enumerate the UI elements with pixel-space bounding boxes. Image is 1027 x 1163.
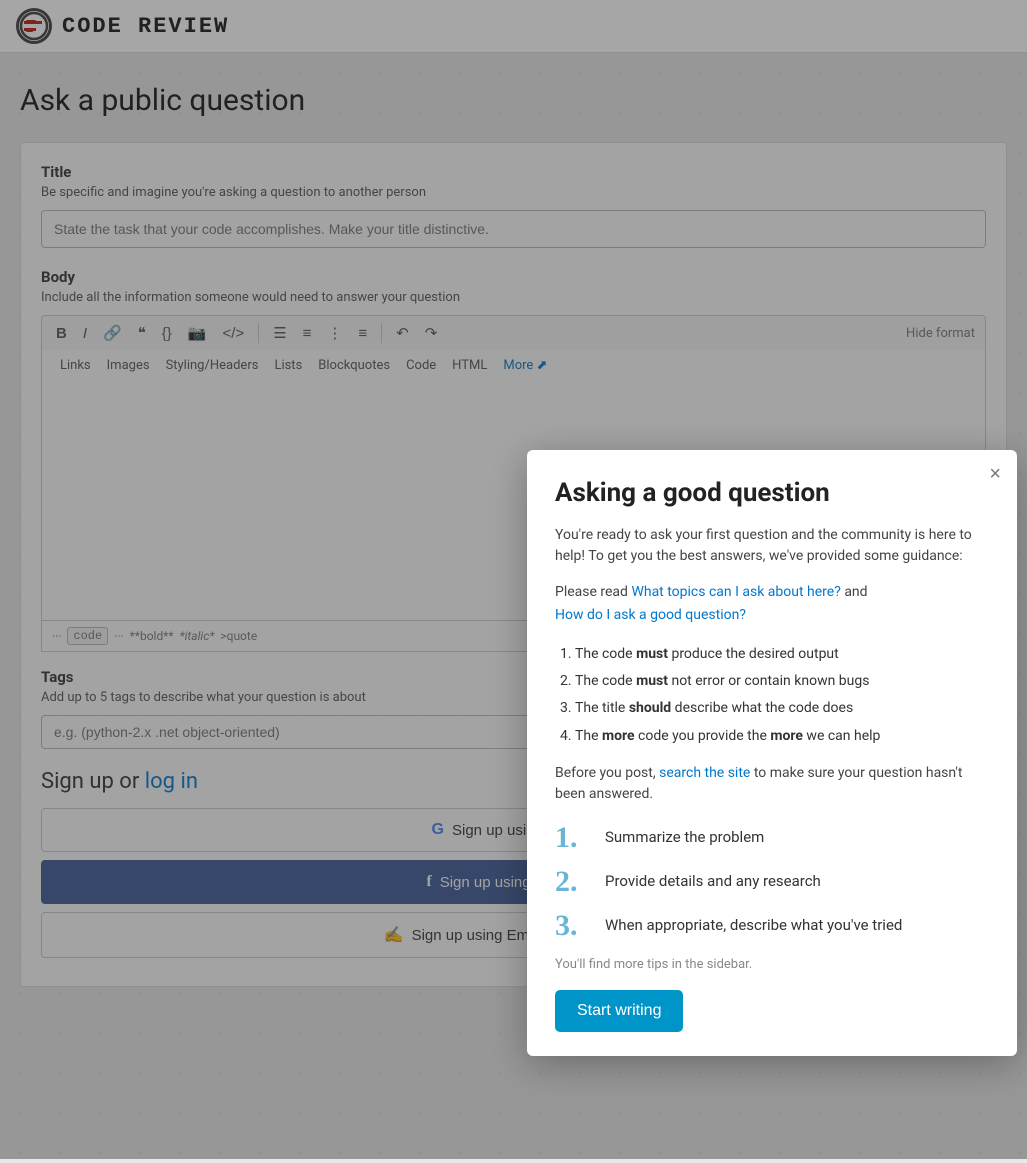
modal-steps: 1. Summarize the problem 2. Provide deta… (555, 823, 989, 941)
step-text-2: Provide details and any research (605, 867, 821, 892)
step-text-3: When appropriate, describe what you've t… (605, 911, 902, 936)
search-note-prefix: Before you post, (555, 765, 656, 781)
rule-1: The code must produce the desired output (575, 642, 989, 667)
step-num-3: 3. (555, 911, 591, 941)
modal-overlay: × Asking a good question You're ready to… (0, 0, 1027, 1159)
modal-close-button[interactable]: × (989, 464, 1001, 484)
modal-title: Asking a good question (555, 478, 989, 509)
modal-tip: You'll find more tips in the sidebar. (555, 957, 989, 972)
modal-rules: The code must produce the desired output… (555, 642, 989, 749)
start-writing-button[interactable]: Start writing (555, 990, 683, 1032)
topics-link[interactable]: What topics can I ask about here? (631, 584, 840, 600)
rule-3: The title should describe what the code … (575, 696, 989, 721)
asking-good-question-modal: × Asking a good question You're ready to… (527, 450, 1017, 1056)
modal-step-3: 3. When appropriate, describe what you'v… (555, 911, 989, 941)
good-question-link[interactable]: How do I ask a good question? (555, 607, 746, 623)
modal-step-1: 1. Summarize the problem (555, 823, 989, 853)
step-num-2: 2. (555, 867, 591, 897)
search-site-link[interactable]: search the site (659, 765, 750, 781)
modal-step-2: 2. Provide details and any research (555, 867, 989, 897)
rule-2: The code must not error or contain known… (575, 669, 989, 694)
modal-links: Please read What topics can I ask about … (555, 581, 989, 626)
modal-links-prefix: Please read (555, 584, 628, 600)
modal-search-note: Before you post, search the site to make… (555, 763, 989, 805)
modal-links-and: and (844, 584, 867, 600)
rule-4: The more code you provide the more we ca… (575, 724, 989, 749)
modal-intro: You're ready to ask your first question … (555, 525, 989, 567)
step-text-1: Summarize the problem (605, 823, 764, 848)
step-num-1: 1. (555, 823, 591, 853)
